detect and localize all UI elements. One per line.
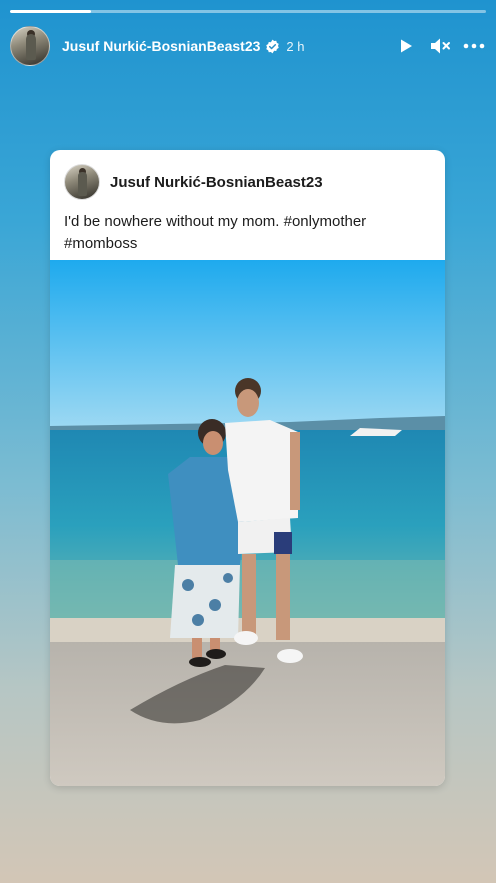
- story-progress-track: [10, 10, 486, 13]
- story-header: Jusuf Nurkić-BosnianBeast23 2 h: [0, 24, 496, 68]
- post-caption: I'd be nowhere without my mom. #onlymoth…: [64, 213, 367, 252]
- story-controls: [384, 24, 486, 68]
- post-time: 2 h: [286, 38, 305, 54]
- author-name[interactable]: Jusuf Nurkić-BosnianBeast23: [62, 38, 260, 54]
- post-author-name[interactable]: Jusuf Nurkić-BosnianBeast23: [110, 174, 323, 191]
- avatar-figure: [78, 172, 87, 196]
- shared-post-card[interactable]: Jusuf Nurkić-BosnianBeast23 I'd be nowhe…: [50, 150, 445, 786]
- post-photo[interactable]: [50, 260, 445, 786]
- play-icon[interactable]: [394, 34, 418, 58]
- verified-badge-icon: [265, 39, 280, 54]
- more-options-icon[interactable]: [462, 34, 486, 58]
- author-avatar[interactable]: [10, 26, 50, 66]
- post-header: Jusuf Nurkić-BosnianBeast23: [50, 150, 445, 201]
- avatar-figure: [26, 34, 36, 60]
- post-author-avatar[interactable]: [64, 164, 100, 200]
- story-progress-fill: [10, 10, 91, 13]
- muted-speaker-icon[interactable]: [428, 34, 452, 58]
